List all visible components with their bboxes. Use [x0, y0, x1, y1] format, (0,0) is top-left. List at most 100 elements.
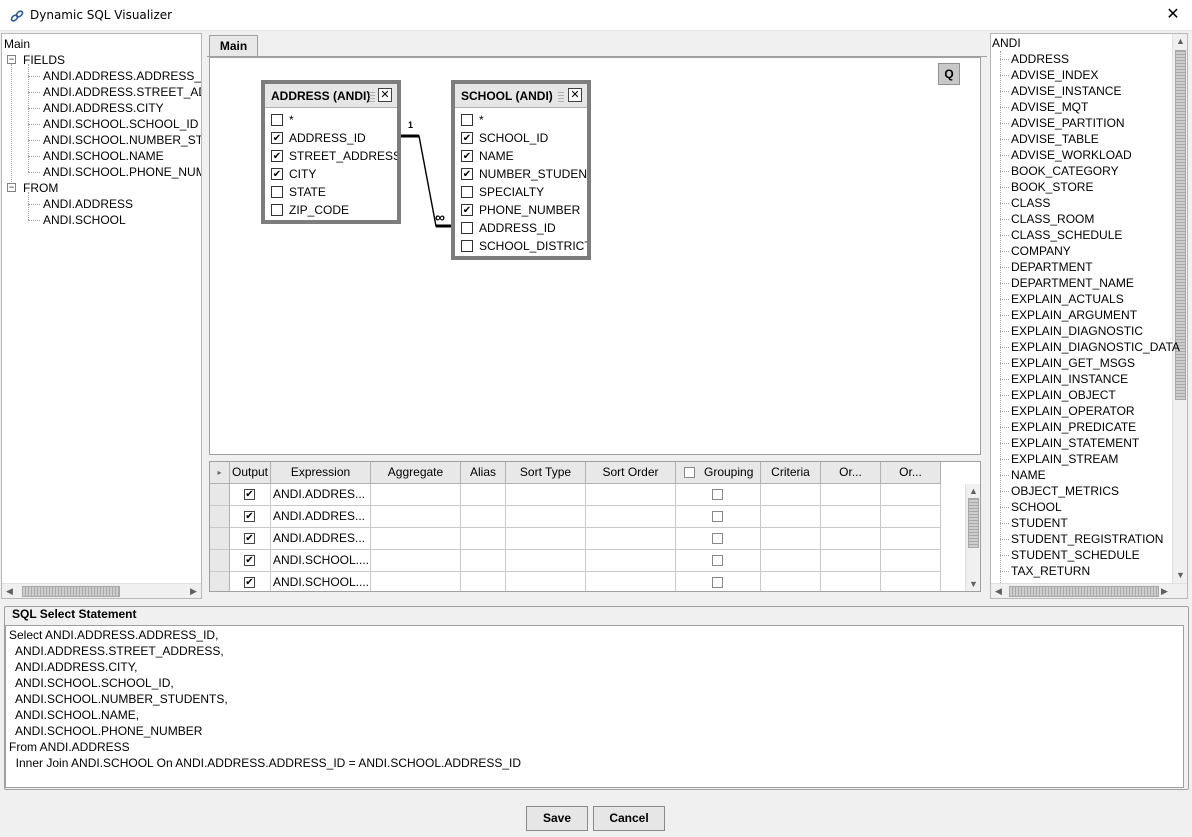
table-field-row[interactable]: SCHOOL_ID	[455, 129, 587, 147]
unchecked-checkbox-icon[interactable]	[461, 114, 473, 126]
tree-item-table[interactable]: EXPLAIN_GET_MSGS	[1011, 355, 1135, 371]
tree-item-field[interactable]: ANDI.ADDRESS.ADDRESS_ID	[43, 68, 201, 84]
grid-column-header[interactable]: Expression	[271, 462, 371, 484]
grid-cell[interactable]	[371, 528, 461, 550]
grid-cell[interactable]	[461, 528, 506, 550]
grid-cell[interactable]	[506, 550, 586, 572]
tree-item-table[interactable]: STUDENT	[1011, 515, 1068, 531]
grouping-checkbox-icon[interactable]	[712, 577, 723, 588]
row-header[interactable]	[210, 484, 230, 506]
scroll-right-icon[interactable]: ▶	[1157, 584, 1172, 598]
tree-item-table[interactable]: COMPANY	[1011, 243, 1071, 259]
table-field-row[interactable]: ZIP_CODE	[265, 201, 397, 219]
row-header[interactable]	[210, 528, 230, 550]
table-row[interactable]: ANDI.SCHOOL....	[210, 572, 941, 591]
scroll-thumb[interactable]	[22, 586, 120, 597]
grid-cell[interactable]	[881, 484, 941, 506]
tree-item-table[interactable]: DEPARTMENT_NAME	[1011, 275, 1134, 291]
scroll-right-icon[interactable]: ▶	[186, 584, 201, 598]
tree-item-table[interactable]: EXPLAIN_OPERATOR	[1011, 403, 1135, 419]
tree-item-table[interactable]: CLASS_SCHEDULE	[1011, 227, 1122, 243]
tree-item-field[interactable]: ANDI.SCHOOL.SCHOOL_ID	[43, 116, 198, 132]
tree-item-table[interactable]: CLASS	[1011, 195, 1050, 211]
grid-cell[interactable]	[761, 550, 821, 572]
grid-cell[interactable]	[230, 506, 271, 528]
grid-cell[interactable]	[761, 484, 821, 506]
tree-item-table[interactable]: OBJECT_METRICS	[1011, 483, 1119, 499]
grid-cell[interactable]	[881, 528, 941, 550]
tree-item-table[interactable]: EXPLAIN_PREDICATE	[1011, 419, 1136, 435]
tree-item-field[interactable]: ANDI.ADDRESS.CITY	[43, 100, 164, 116]
grid-cell[interactable]	[881, 550, 941, 572]
tree-item-table[interactable]: EXPLAIN_DIAGNOSTIC_DATA	[1011, 339, 1180, 355]
table-field-row[interactable]: *	[455, 111, 587, 129]
grid-cell[interactable]: ANDI.SCHOOL....	[271, 550, 371, 572]
grid-cell[interactable]	[230, 572, 271, 591]
checked-checkbox-icon[interactable]	[461, 132, 473, 144]
grid-cell[interactable]	[506, 528, 586, 550]
tree-item-table[interactable]: ADVISE_WORKLOAD	[1011, 147, 1132, 163]
table-row[interactable]: ANDI.SCHOOL....	[210, 550, 941, 572]
checked-checkbox-icon[interactable]	[461, 204, 473, 216]
vertical-scrollbar[interactable]: ▲ ▼	[965, 484, 980, 591]
tree-item-table[interactable]: BOOK_CATEGORY	[1011, 163, 1119, 179]
scroll-down-icon[interactable]: ▼	[1173, 568, 1187, 583]
tree-item-table[interactable]: DEPARTMENT	[1011, 259, 1093, 275]
tree-item-table[interactable]: ADVISE_INDEX	[1011, 67, 1098, 83]
grid-column-header[interactable]: Criteria	[761, 462, 821, 484]
grid-cell[interactable]	[461, 506, 506, 528]
checked-checkbox-icon[interactable]	[271, 168, 283, 180]
grid-cell[interactable]	[881, 506, 941, 528]
grid-cell[interactable]	[761, 506, 821, 528]
tree-root-andi[interactable]: ANDI	[992, 35, 1021, 51]
sql-statement-text[interactable]: Select ANDI.ADDRESS.ADDRESS_ID, ANDI.ADD…	[5, 625, 1184, 788]
horizontal-scrollbar[interactable]: ◀ ▶	[991, 583, 1187, 598]
grid-cell[interactable]	[821, 506, 881, 528]
grid-column-header[interactable]: Or...	[881, 462, 941, 484]
scroll-left-icon[interactable]: ◀	[991, 584, 1006, 598]
tree-item-field[interactable]: ANDI.SCHOOL.PHONE_NUMBER	[43, 164, 201, 180]
close-table-icon[interactable]: ✕	[378, 88, 392, 102]
grid-cell[interactable]	[821, 572, 881, 591]
tree-item-table[interactable]: EXPLAIN_ARGUMENT	[1011, 307, 1137, 323]
tree-item-table[interactable]: NAME	[1011, 467, 1046, 483]
output-checkbox-icon[interactable]	[244, 511, 255, 522]
grouping-checkbox-icon[interactable]	[712, 533, 723, 544]
grouping-checkbox-icon[interactable]	[712, 511, 723, 522]
grid-cell[interactable]	[230, 528, 271, 550]
table-field-row[interactable]: PHONE_NUMBER	[455, 201, 587, 219]
tree-item-table[interactable]: STUDENT_REGISTRATION	[1011, 531, 1163, 547]
tree-item-table[interactable]: ADVISE_PARTITION	[1011, 115, 1125, 131]
grid-cell[interactable]	[230, 550, 271, 572]
grid-cell[interactable]	[676, 528, 761, 550]
table-header[interactable]: ADDRESS (ANDI) ✕	[265, 84, 397, 108]
grid-cell[interactable]: ANDI.ADDRES...	[271, 506, 371, 528]
scroll-up-icon[interactable]: ▲	[1173, 34, 1187, 49]
fields-tree-panel[interactable]: Main − FIELDS − FROM ◀ ▶ ANDI.ADDRESS.AD…	[1, 33, 202, 599]
grid-cell[interactable]	[371, 550, 461, 572]
close-icon[interactable]: ✕	[1160, 2, 1186, 28]
grid-cell[interactable]	[506, 484, 586, 506]
tree-item-table[interactable]: ADVISE_INSTANCE	[1011, 83, 1121, 99]
grid-cell[interactable]	[821, 528, 881, 550]
tree-item-table[interactable]: EXPLAIN_STREAM	[1011, 451, 1118, 467]
tree-item-table[interactable]: TAX_RETURN	[1011, 563, 1090, 579]
grid-column-header[interactable]: Sort Type	[506, 462, 586, 484]
scroll-thumb[interactable]	[1009, 586, 1159, 597]
row-header[interactable]	[210, 572, 230, 591]
tree-item-table[interactable]: ANDI.ADDRESS	[43, 196, 133, 212]
tree-item-table[interactable]: ADVISE_TABLE	[1011, 131, 1099, 147]
grid-cell[interactable]	[461, 572, 506, 591]
tab-main[interactable]: Main	[209, 35, 258, 57]
address-table-box[interactable]: ADDRESS (ANDI) ✕ * ADDRESS_ID STREET_ADDRE…	[261, 80, 401, 224]
output-checkbox-icon[interactable]	[244, 577, 255, 588]
scroll-up-icon[interactable]: ▲	[966, 484, 980, 499]
vertical-scrollbar[interactable]: ▲ ▼	[1172, 34, 1187, 583]
table-row[interactable]: ANDI.ADDRES...	[210, 528, 941, 550]
scroll-left-icon[interactable]: ◀	[2, 584, 17, 598]
tree-item-field[interactable]: ANDI.SCHOOL.NUMBER_STUDENTS	[43, 132, 201, 148]
tree-node-fields[interactable]: FIELDS	[23, 52, 65, 68]
unchecked-checkbox-icon[interactable]	[461, 240, 473, 252]
collapse-icon[interactable]: −	[7, 55, 16, 64]
scroll-down-icon[interactable]: ▼	[966, 577, 980, 591]
